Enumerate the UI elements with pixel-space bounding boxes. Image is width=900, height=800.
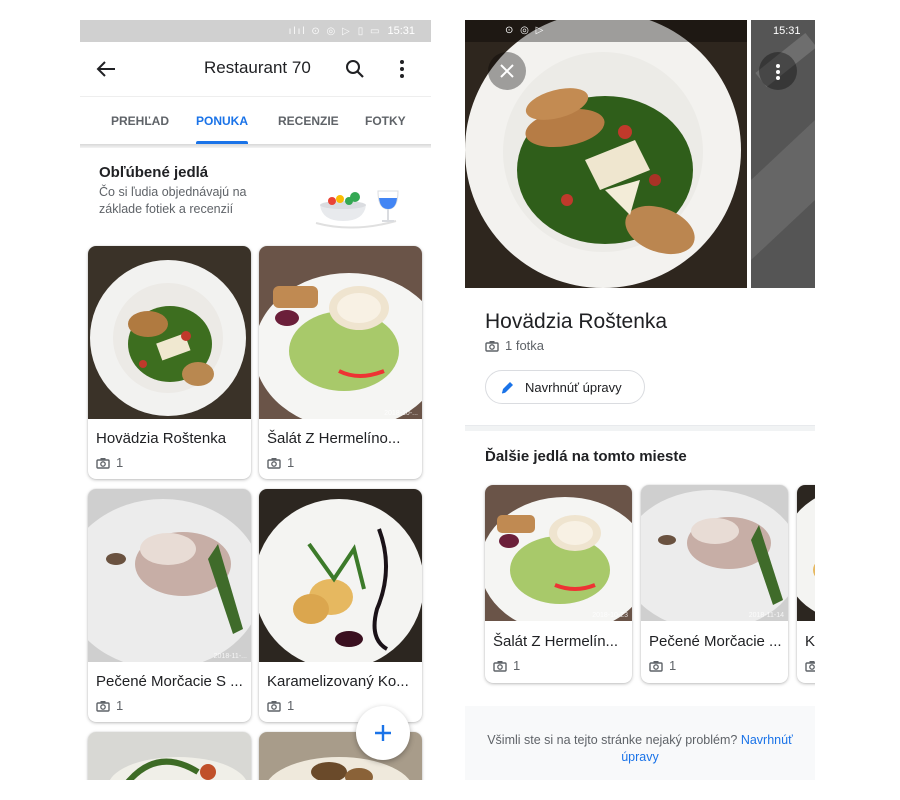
dish-card[interactable]: 2018-11-14 Pečené Morčacie ... 1: [641, 485, 788, 683]
next-photo[interactable]: 15:31: [751, 20, 815, 288]
section-title: Obľúbené jedlá: [99, 164, 209, 181]
photo-timestamp: 2018-10-23: [592, 612, 628, 619]
report-problem-footer: Všimli ste si na tejto stránke nejaký pr…: [465, 706, 815, 780]
tab-menu[interactable]: PONUKA: [196, 114, 248, 128]
search-icon[interactable]: [345, 59, 365, 79]
dish-photo: 2018-10-23: [485, 485, 632, 621]
more-dishes-title: Ďalšie jedlá na tomto mieste: [485, 448, 687, 465]
dish-card[interactable]: Karamelizovaný Ko... 1: [259, 489, 422, 722]
photo-count: 1 fotka: [485, 338, 544, 353]
photo-count: 1: [267, 455, 294, 470]
dish-card[interactable]: 2018-11-... Pečené Morčacie S ... 1: [88, 489, 251, 722]
dish-title: Hovädzia Roštenka: [485, 310, 668, 333]
status-time: 15:31: [773, 25, 801, 37]
photo-count: 1: [493, 658, 520, 673]
status-icons: ılıl ⊙ ◎ ▷: [288, 25, 352, 37]
photo-count-value: 1: [513, 658, 521, 673]
dish-card[interactable]: [88, 732, 251, 780]
camera-icon: [649, 660, 663, 672]
photo-count: 1: [649, 658, 676, 673]
tab-photos[interactable]: FOTKY: [365, 114, 406, 128]
dish-card[interactable]: 2018-10-... Šalát Z Hermelíno... 1: [259, 246, 422, 479]
pencil-icon: [501, 381, 513, 393]
photo-timestamp: 2018-11-...: [213, 653, 247, 660]
camera-icon: [485, 340, 499, 352]
camera-icon: [267, 700, 281, 712]
photo-count-value: 1: [287, 698, 295, 713]
add-fab-button[interactable]: [356, 706, 410, 760]
dish-photo: [259, 489, 422, 662]
tab-reviews[interactable]: RECENZIE: [278, 114, 339, 128]
dish-photo: 2018-11-...: [88, 489, 251, 662]
photo-count-value: 1: [116, 698, 124, 713]
dish-name: Pečené Morčacie ...: [649, 633, 782, 650]
photo-count: 1: [267, 698, 294, 713]
back-arrow-icon[interactable]: [96, 60, 116, 78]
page-title: Restaurant 70: [204, 58, 311, 77]
popular-dishes-section: Obľúbené jedlá Čo si ľudia objednávajú n…: [80, 148, 431, 230]
photo-count-value: 1: [669, 658, 677, 673]
right-screen: ⊙ ◎ ▷ 15:31 Hovädzia Roštenka 1 fotka Na…: [465, 20, 815, 780]
dish-photo: [88, 246, 251, 419]
suggest-edit-label: Navrhnúť úpravy: [525, 379, 622, 395]
dish-name: Pečené Morčacie S ...: [96, 673, 243, 690]
app-bar: Restaurant 70: [80, 42, 431, 96]
dish-card[interactable]: Ka 1: [797, 485, 815, 683]
camera-icon: [96, 700, 110, 712]
dish-card[interactable]: Hovädzia Roštenka 1: [88, 246, 251, 479]
more-options-icon: [775, 63, 781, 81]
dish-name: Ka: [805, 633, 815, 650]
dish-photo: [797, 485, 815, 621]
section-subtitle-line2: základe fotiek a recenzií: [99, 202, 234, 216]
plus-icon: [373, 723, 393, 743]
photo-timestamp: 2018-11-14: [748, 612, 784, 619]
close-button[interactable]: [488, 52, 526, 90]
dish-name: Karamelizovaný Ko...: [267, 673, 409, 690]
dish-name: Šalát Z Hermelín...: [493, 633, 619, 650]
photo-count-value: 1: [287, 455, 295, 470]
camera-icon: [267, 457, 281, 469]
dish-name: Hovädzia Roštenka: [96, 430, 227, 447]
dish-name: Šalát Z Hermelíno...: [267, 430, 401, 447]
hero-photo[interactable]: ⊙ ◎ ▷: [465, 20, 747, 288]
section-subtitle-line1: Čo si ľudia objednávajú na: [99, 185, 247, 199]
photo-timestamp: 2018-10-...: [384, 410, 418, 417]
photo-count: 1: [805, 658, 815, 673]
photo-count-value: 1: [116, 455, 124, 470]
camera-icon: [805, 660, 815, 672]
photo-count-label: 1 fotka: [505, 338, 545, 353]
dish-photo: 2018-10-...: [259, 246, 422, 419]
report-problem-text: Všimli ste si na tejto stránke nejaký pr…: [487, 733, 738, 747]
dish-photo: [88, 732, 251, 780]
battery-icon: ▯ ▭: [357, 25, 382, 37]
tab-overview[interactable]: PREHĽAD: [111, 114, 169, 128]
camera-icon: [96, 457, 110, 469]
suggest-edit-button[interactable]: Navrhnúť úpravy: [485, 370, 645, 404]
left-screen: ılıl ⊙ ◎ ▷ ▯ ▭ 15:31 Restaurant 70 PREHĽ…: [80, 20, 431, 780]
dish-card[interactable]: 2018-10-23 Šalát Z Hermelín... 1: [485, 485, 632, 683]
status-icons: ⊙ ◎ ▷: [505, 25, 546, 36]
food-illustration-icon: [308, 183, 406, 231]
photo-count: 1: [96, 455, 123, 470]
divider: [465, 425, 815, 431]
status-time: 15:31: [387, 25, 415, 37]
more-options-icon[interactable]: [399, 59, 405, 79]
dish-photo: 2018-11-14: [641, 485, 788, 621]
more-options-button[interactable]: [759, 52, 797, 90]
photo-count: 1: [96, 698, 123, 713]
camera-icon: [493, 660, 507, 672]
tab-bar: PREHĽAD PONUKA RECENZIE FOTKY: [80, 96, 431, 144]
status-bar: ılıl ⊙ ◎ ▷ ▯ ▭ 15:31: [80, 20, 431, 42]
close-icon: [500, 64, 514, 78]
